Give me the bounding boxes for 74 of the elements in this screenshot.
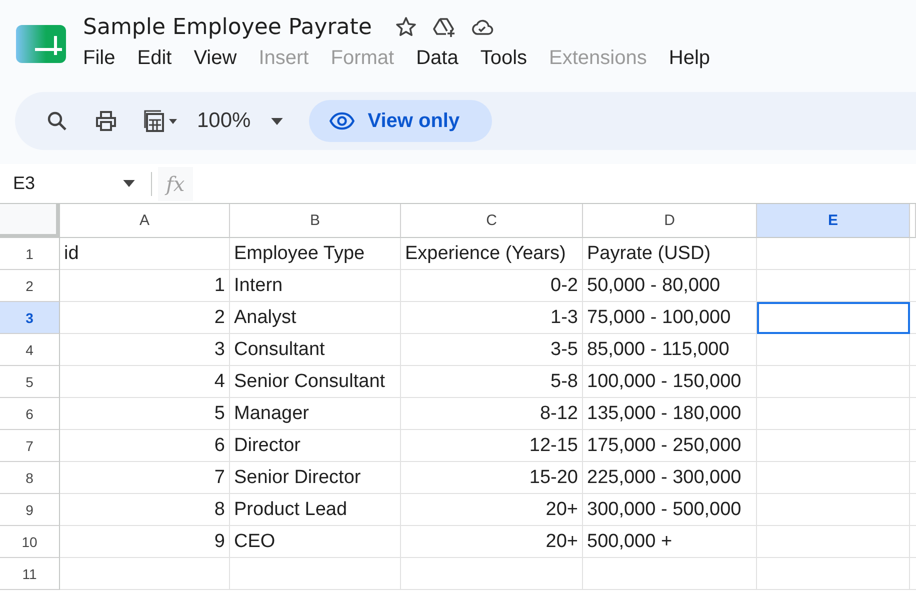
table-cell: Senior Consultant xyxy=(230,366,401,398)
table-cell: 50,000 - 80,000 xyxy=(583,270,757,302)
table-cell: Experience (Years) xyxy=(401,238,583,270)
table-cell: 5-8 xyxy=(401,366,583,398)
table-cell: 85,000 - 115,000 xyxy=(583,334,757,366)
row-header[interactable]: 8 xyxy=(0,462,60,494)
table-cell: id xyxy=(60,238,230,270)
caret-icon[interactable] xyxy=(270,118,283,124)
row-header[interactable]: 11 xyxy=(0,558,60,590)
column-header[interactable]: C xyxy=(401,204,583,238)
table-cell: 175,000 - 250,000 xyxy=(583,430,757,462)
view-only-button[interactable]: View only xyxy=(308,100,492,142)
menu-item[interactable]: Help xyxy=(658,44,722,73)
table-cell: 7 xyxy=(60,462,230,494)
table-cell: Manager xyxy=(230,398,401,430)
function-label: fx xyxy=(158,166,193,200)
table-cell: Consultant xyxy=(230,334,401,366)
table-cell: Director xyxy=(230,430,401,462)
row-header[interactable]: 3 xyxy=(0,302,60,334)
search-icon[interactable] xyxy=(45,109,69,133)
table-cell: Intern xyxy=(230,270,401,302)
active-cell[interactable] xyxy=(757,302,910,334)
table-cell: 135,000 - 180,000 xyxy=(583,398,757,430)
table-cell: 1-3 xyxy=(401,302,583,334)
row-header[interactable]: 10 xyxy=(0,526,60,558)
star-icon[interactable] xyxy=(394,15,418,39)
table-cell: 3-5 xyxy=(401,334,583,366)
table-cell: 225,000 - 300,000 xyxy=(583,462,757,494)
table-cell: 8 xyxy=(60,494,230,526)
column-header[interactable]: A xyxy=(60,204,230,238)
table-cell: 20+ xyxy=(401,494,583,526)
row-header[interactable]: 9 xyxy=(0,494,60,526)
row-header[interactable]: 5 xyxy=(0,366,60,398)
table-cell: 4 xyxy=(60,366,230,398)
row-header[interactable]: 1 xyxy=(0,238,60,270)
table-cell: Analyst xyxy=(230,302,401,334)
row-header[interactable]: 7 xyxy=(0,430,60,462)
row-header[interactable]: 4 xyxy=(0,334,60,366)
table-cell: 20+ xyxy=(401,526,583,558)
drive-icon[interactable] xyxy=(432,15,456,39)
menu-item[interactable]: Tools xyxy=(470,44,540,73)
menu-item[interactable]: Edit xyxy=(127,44,184,73)
column-header[interactable]: D xyxy=(583,204,757,238)
table-cell: Product Lead xyxy=(230,494,401,526)
table-cell: Payrate (USD) xyxy=(583,238,757,270)
table-cell: 9 xyxy=(60,526,230,558)
menu-item[interactable]: Data xyxy=(406,44,470,73)
table-cell: 5 xyxy=(60,398,230,430)
table-cell: 1 xyxy=(60,270,230,302)
table-cell: 2 xyxy=(60,302,230,334)
table-cell: 12-15 xyxy=(401,430,583,462)
document-title[interactable]: Sample Employee Payrate xyxy=(83,14,372,40)
calculator-icon[interactable] xyxy=(143,109,179,133)
row-header[interactable]: 6 xyxy=(0,398,60,430)
table-cell: 3 xyxy=(60,334,230,366)
table-cell: 100,000 - 150,000 xyxy=(583,366,757,398)
column-header[interactable]: B xyxy=(230,204,401,238)
sheets-logo-icon[interactable] xyxy=(16,25,66,63)
table-cell: 500,000 + xyxy=(583,526,757,558)
table-cell: CEO xyxy=(230,526,401,558)
zoom-level[interactable]: 100% xyxy=(197,109,251,133)
table-cell: 0-2 xyxy=(401,270,583,302)
menu-item[interactable]: File xyxy=(81,44,128,73)
name-box[interactable]: E3 xyxy=(0,173,151,194)
table-cell: 6 xyxy=(60,430,230,462)
table-cell: 300,000 - 500,000 xyxy=(583,494,757,526)
table-cell: 15-20 xyxy=(401,462,583,494)
table-cell: 8-12 xyxy=(401,398,583,430)
print-icon[interactable] xyxy=(94,109,118,133)
table-cell: Employee Type xyxy=(230,238,401,270)
table-cell: 75,000 - 100,000 xyxy=(583,302,757,334)
menu-item[interactable]: View xyxy=(184,44,249,73)
table-cell: Senior Director xyxy=(230,462,401,494)
column-header[interactable]: E xyxy=(757,204,910,238)
